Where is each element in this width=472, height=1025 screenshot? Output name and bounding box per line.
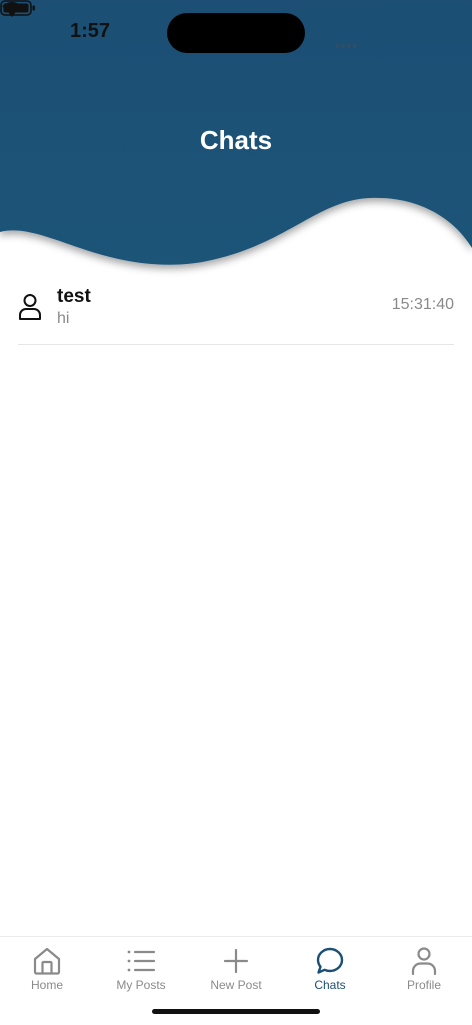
dynamic-island xyxy=(167,13,305,53)
tab-chats[interactable]: Chats xyxy=(283,937,377,997)
cellular-signal-icon xyxy=(335,35,359,53)
tab-profile[interactable]: Profile xyxy=(377,937,471,997)
status-bar: 1:57 xyxy=(0,0,472,64)
list-icon xyxy=(127,950,156,972)
header: 1:57 Chats xyxy=(0,0,472,280)
page-title: Chats xyxy=(199,125,273,155)
tab-profile-label: Profile xyxy=(406,978,441,992)
chat-bubble-icon xyxy=(316,947,344,974)
chat-name: test xyxy=(57,286,91,307)
battery-icon xyxy=(0,0,35,16)
person-icon xyxy=(411,947,437,976)
tab-new-post[interactable]: New Post xyxy=(189,937,283,997)
status-time: 1:57 xyxy=(70,20,111,42)
home-icon xyxy=(33,947,61,975)
tab-home[interactable]: Home xyxy=(0,937,94,997)
tab-new-post-label: New Post xyxy=(210,978,262,992)
chat-list-item[interactable]: test hi 15:31:40 xyxy=(18,280,454,345)
tab-my-posts[interactable]: My Posts xyxy=(94,937,188,997)
tab-home-label: Home xyxy=(30,978,63,992)
chat-timestamp: 15:31:40 xyxy=(391,296,454,313)
tab-chats-label: Chats xyxy=(314,978,346,992)
plus-icon xyxy=(223,948,249,974)
chat-list: test hi 15:31:40 xyxy=(18,280,454,345)
tab-my-posts-label: My Posts xyxy=(116,978,166,992)
chat-last-message: hi xyxy=(57,310,70,327)
person-outline-icon xyxy=(19,294,41,320)
home-indicator xyxy=(152,1009,320,1014)
